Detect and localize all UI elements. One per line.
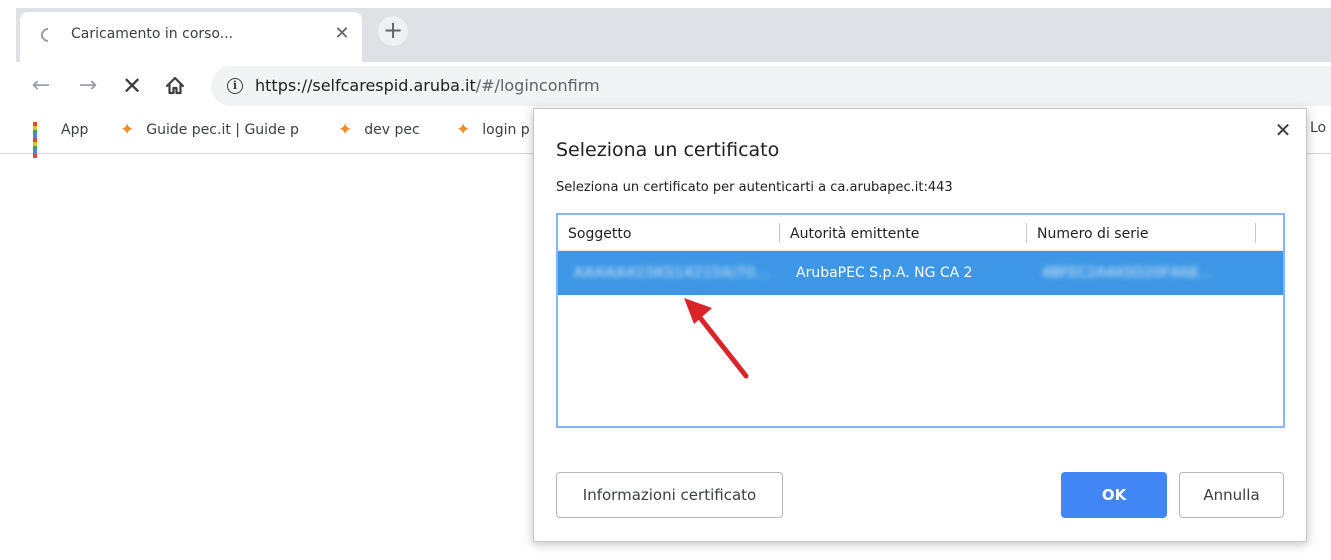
tab-active[interactable]: Caricamento in corso... ✕ xyxy=(20,12,362,62)
table-row[interactable]: AAAAAA15KS14215A/70... ArubaPEC S.p.A. N… xyxy=(558,251,1283,295)
annotation-arrow-icon xyxy=(684,298,749,379)
cell-issuer: ArubaPEC S.p.A. NG CA 2 xyxy=(796,265,973,281)
bookmark-label: Guide pec.it | Guide p xyxy=(146,122,299,138)
certificate-dialog: ✕ Seleziona un certificato Seleziona un … xyxy=(533,108,1307,542)
arrow-right-icon[interactable]: → xyxy=(73,71,103,101)
tab-strip: Caricamento in corso... ✕ + xyxy=(0,0,1331,62)
table-header: Soggetto Autorità emittente Numero di se… xyxy=(558,215,1283,251)
home-icon[interactable] xyxy=(160,71,190,101)
column-header-subject[interactable]: Soggetto xyxy=(558,223,780,243)
close-icon[interactable]: ✕ xyxy=(1271,118,1295,142)
url-host: https://selfcarespid.aruba.it xyxy=(255,76,476,95)
url-path: /#/loginconfirm xyxy=(475,76,600,95)
aruba-star-icon: ✦ xyxy=(120,120,135,140)
aruba-star-icon: ✦ xyxy=(456,120,471,140)
tab-title: Caricamento in corso... xyxy=(71,26,234,42)
bookmark-label: login p xyxy=(482,122,530,138)
bookmark-label: App xyxy=(61,122,89,138)
bookmark-overflow[interactable]: Lo xyxy=(1310,120,1326,136)
close-icon[interactable]: ✕ xyxy=(331,23,353,45)
apps-grid-icon xyxy=(33,122,49,158)
aruba-star-icon: ✦ xyxy=(338,120,353,140)
bookmark-login[interactable]: ✦ login p xyxy=(456,122,530,144)
dialog-subtitle: Seleziona un certificato per autenticart… xyxy=(556,180,953,195)
url-text[interactable]: https://selfcarespid.aruba.it/#/logincon… xyxy=(255,76,600,95)
column-header-issuer[interactable]: Autorità emittente xyxy=(780,223,1027,243)
arrow-left-icon[interactable]: ← xyxy=(26,71,56,101)
cell-serial: 4BFEC2A4A5D20F4A8... xyxy=(1042,265,1211,281)
address-bar[interactable]: i https://selfcarespid.aruba.it/#/loginc… xyxy=(211,66,1331,106)
bookmark-guide-pec[interactable]: ✦ Guide pec.it | Guide p xyxy=(120,122,299,144)
toolbar: ← → ✕ i https://selfcarespid.aruba.it/#/… xyxy=(0,62,1331,112)
stop-icon[interactable]: ✕ xyxy=(117,71,147,101)
browser-window: Caricamento in corso... ✕ + ← → ✕ i http… xyxy=(0,0,1331,560)
column-header-serial[interactable]: Numero di serie xyxy=(1027,223,1256,243)
loading-spinner-icon xyxy=(38,25,58,45)
bookmark-label: dev pec xyxy=(364,122,420,138)
plus-icon[interactable]: + xyxy=(378,16,408,46)
cancel-button[interactable]: Annulla xyxy=(1179,472,1284,518)
bookmark-app[interactable]: App xyxy=(33,122,89,158)
info-icon[interactable]: i xyxy=(227,78,243,94)
certificate-info-button[interactable]: Informazioni certificato xyxy=(556,472,783,518)
certificate-table[interactable]: Soggetto Autorità emittente Numero di se… xyxy=(556,213,1285,428)
bookmark-dev-pec[interactable]: ✦ dev pec xyxy=(338,122,420,144)
ok-button[interactable]: OK xyxy=(1061,472,1167,518)
dialog-title: Seleziona un certificato xyxy=(556,139,780,161)
